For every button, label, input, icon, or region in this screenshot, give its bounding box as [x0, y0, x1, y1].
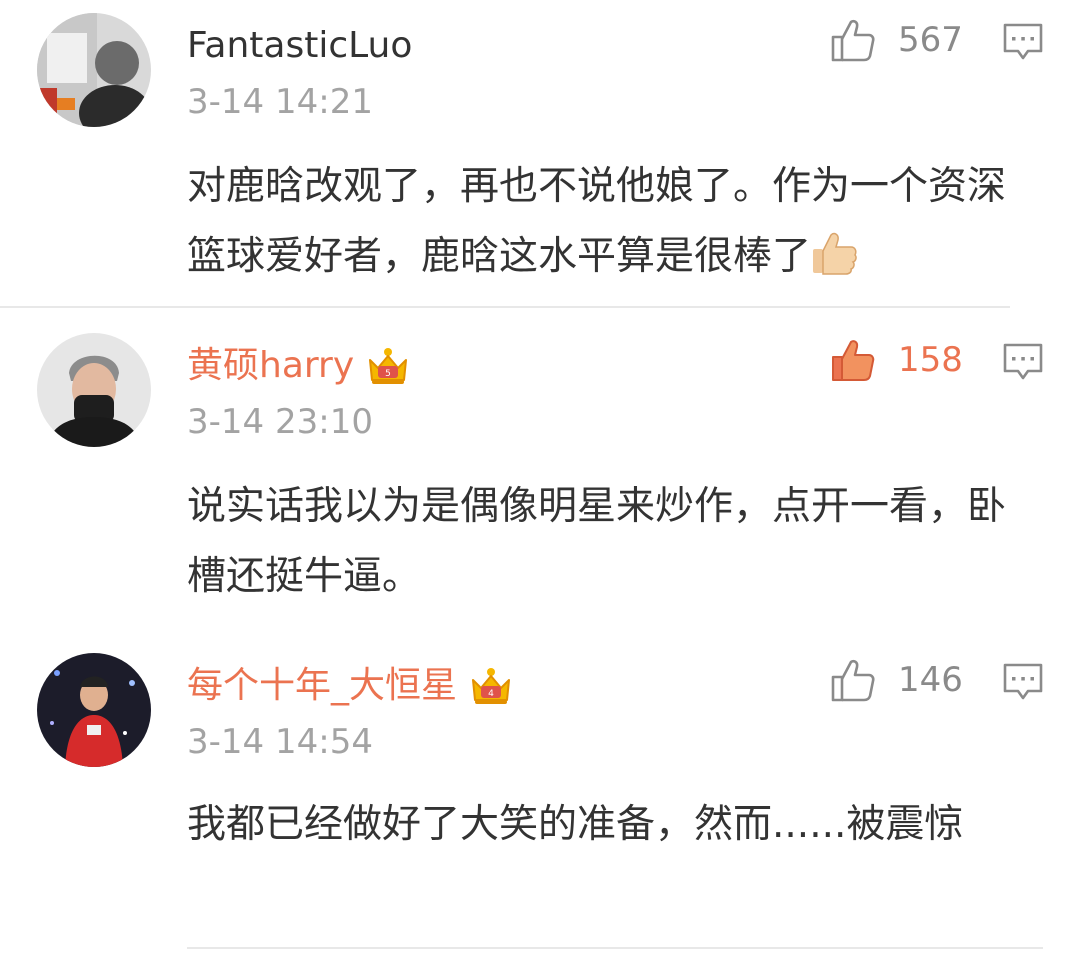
- thumbs-up-icon[interactable]: [830, 337, 876, 383]
- comment-text-body: 对鹿晗改观了，再也不说他娘了。作为一个资深篮球爱好者，鹿晗这水平算是很棒了: [187, 164, 1007, 279]
- username-text[interactable]: 每个十年_大恒星: [187, 664, 457, 708]
- username[interactable]: 每个十年_大恒星 4: [187, 664, 513, 708]
- divider: [187, 947, 1043, 949]
- comment-text: 对鹿晗改观了，再也不说他娘了。作为一个资深篮球爱好者，鹿晗这水平算是很棒了: [187, 152, 1037, 292]
- avatar[interactable]: [37, 333, 151, 447]
- comment-time: 3-14 23:10: [187, 402, 373, 442]
- thumbs-up-icon[interactable]: [830, 657, 876, 703]
- comment-icon[interactable]: [1002, 22, 1044, 62]
- comment-text: 我都已经做好了大笑的准备，然而......被震惊: [187, 802, 964, 847]
- like-count[interactable]: 146: [898, 660, 963, 700]
- avatar[interactable]: [37, 653, 151, 767]
- thumbs-up-emoji: [813, 232, 857, 275]
- username-text[interactable]: 黄硕harry: [187, 344, 354, 388]
- username[interactable]: 黄硕harry 5: [187, 344, 410, 388]
- svg-text:4: 4: [488, 689, 494, 699]
- avatar[interactable]: [37, 13, 151, 127]
- thumbs-up-icon[interactable]: [830, 17, 876, 63]
- divider: [0, 306, 1010, 308]
- svg-text:5: 5: [385, 369, 391, 379]
- vip-crown-icon: 4: [472, 668, 511, 704]
- username[interactable]: FantasticLuo: [187, 24, 412, 68]
- comment-time: 3-14 14:54: [187, 722, 373, 762]
- comment-icon[interactable]: [1002, 662, 1044, 702]
- comment-icon[interactable]: [1002, 342, 1044, 382]
- comment-time: 3-14 14:21: [187, 82, 373, 122]
- vip-crown-icon: 5: [369, 348, 408, 384]
- comment-text: 说实话我以为是偶像明星来炒作，点开一看，卧槽还挺牛逼。: [187, 484, 1007, 599]
- username-text[interactable]: FantasticLuo: [187, 24, 412, 68]
- like-count[interactable]: 567: [898, 20, 963, 60]
- like-count[interactable]: 158: [898, 340, 963, 380]
